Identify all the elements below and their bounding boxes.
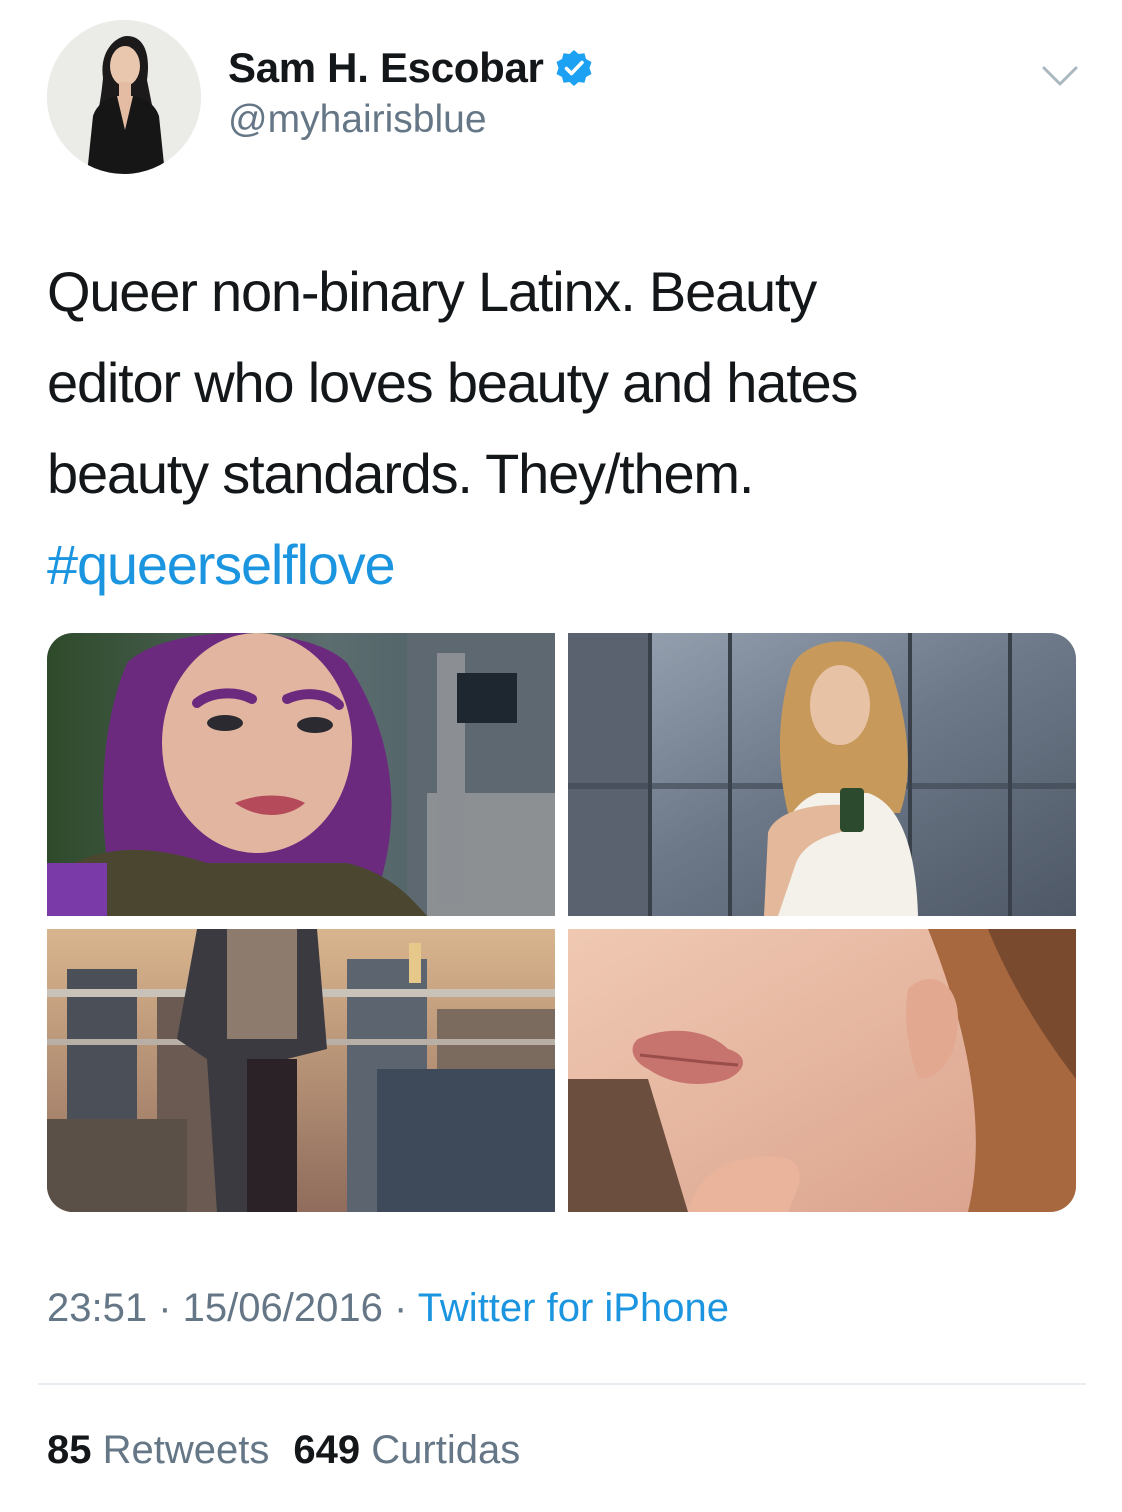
retweets-stat[interactable]: 85 Retweets: [47, 1428, 269, 1472]
avatar-photo: [47, 20, 201, 174]
chevron-down-icon[interactable]: [1040, 62, 1080, 90]
photo-selfie-purple-hair[interactable]: [47, 633, 555, 916]
author-name-row[interactable]: Sam H. Escobar: [228, 40, 594, 96]
avatar[interactable]: [47, 20, 201, 174]
retweets-label: Retweets: [102, 1428, 270, 1472]
likes-label: Curtidas: [371, 1428, 521, 1472]
hashtag-link[interactable]: #queerselflove: [47, 519, 1077, 610]
verified-badge-icon: [556, 50, 592, 86]
tweet-date[interactable]: 15/06/2016: [183, 1286, 383, 1330]
tweet-text-line: editor who loves beauty and hates: [47, 351, 859, 414]
meta-separator: ·: [147, 1286, 183, 1330]
likes-stat[interactable]: 649 Curtidas: [293, 1428, 520, 1472]
display-name[interactable]: Sam H. Escobar: [228, 44, 544, 92]
tweet-time[interactable]: 23:51: [47, 1286, 147, 1330]
media-grid: [47, 633, 1076, 1212]
tweet-stats: 85 Retweets 649 Curtidas: [47, 1428, 520, 1473]
tweet-meta: 23:51 · 15/06/2016 · Twitter for iPhone: [47, 1286, 729, 1331]
tweet-source-link[interactable]: Twitter for iPhone: [418, 1286, 729, 1330]
meta-separator: ·: [382, 1286, 418, 1330]
likes-count: 649: [293, 1428, 361, 1472]
photo-elevator-mirror-selfie[interactable]: [568, 633, 1076, 916]
author-handle[interactable]: @myhairisblue: [228, 98, 487, 142]
divider: [38, 1383, 1086, 1385]
photo-lips-closeup[interactable]: [568, 929, 1076, 1212]
tweet-text-line: beauty standards. They/them.: [47, 442, 754, 505]
tweet-text: Queer non-binary Latinx. Beauty editor w…: [47, 246, 1077, 610]
retweets-count: 85: [47, 1428, 92, 1472]
photo-rooftop-city-view[interactable]: [47, 929, 555, 1212]
tweet-text-line: Queer non-binary Latinx. Beauty: [47, 260, 817, 323]
